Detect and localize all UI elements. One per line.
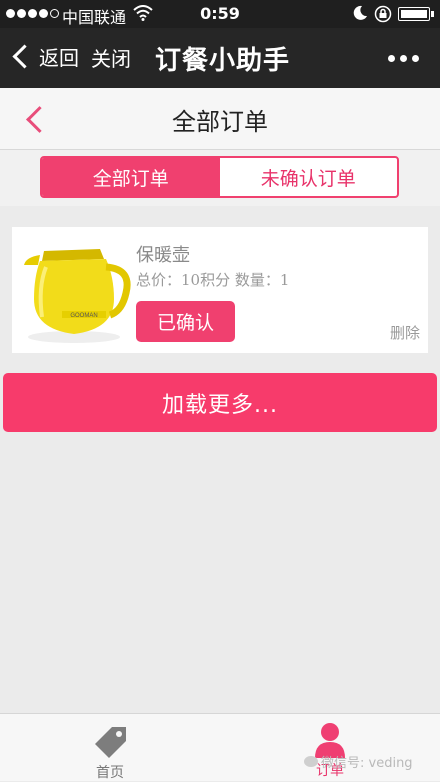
more-options-icon[interactable] — [388, 55, 419, 62]
page-header: 全部订单 — [0, 88, 440, 150]
order-status-button[interactable]: 已确认 — [136, 301, 235, 342]
watermark: 微信号: veding — [304, 752, 413, 771]
product-name: 保暖壶 — [136, 245, 190, 266]
delete-button[interactable]: 删除 — [390, 322, 420, 343]
bottom-nav-home-label: 首页 — [96, 765, 124, 781]
nav-close-button[interactable]: 关闭 — [91, 43, 131, 72]
bottom-nav-home[interactable]: 首页 — [80, 718, 140, 781]
chevron-left-icon — [12, 44, 37, 69]
tab-unconfirmed-orders[interactable]: 未确认订单 — [220, 158, 398, 196]
order-card[interactable]: GOOMAN 保暖壶 总价：10积分 数量：1 已确认 删除 — [12, 227, 428, 353]
load-more-button[interactable]: 加载更多... — [3, 373, 437, 432]
rotation-lock-icon — [374, 5, 392, 27]
nav-back-button[interactable]: 返回 — [12, 42, 79, 71]
wechat-nav-bar: 返回 关闭 订餐小助手 — [0, 28, 440, 88]
tab-all-orders[interactable]: 全部订单 — [42, 158, 220, 196]
battery-icon — [398, 7, 430, 21]
brand-label: GOOMAN — [70, 313, 97, 319]
page-title: 全部订单 — [172, 108, 268, 136]
order-filter-tabs: 全部订单 未确认订单 — [40, 156, 399, 198]
tab-bar: 全部订单 未确认订单 — [0, 150, 440, 206]
moon-icon — [352, 5, 368, 25]
watermark-text: 微信号: veding — [321, 756, 413, 771]
product-image: GOOMAN — [24, 249, 131, 343]
product-meta: 总价：10积分 数量：1 — [136, 271, 290, 289]
nav-title: 订餐小助手 — [155, 46, 291, 76]
nav-back-label: 返回 — [39, 46, 79, 70]
status-bar: 中国联通 0:59 — [0, 0, 440, 28]
tag-icon — [95, 727, 126, 758]
wechat-icon — [304, 756, 318, 767]
